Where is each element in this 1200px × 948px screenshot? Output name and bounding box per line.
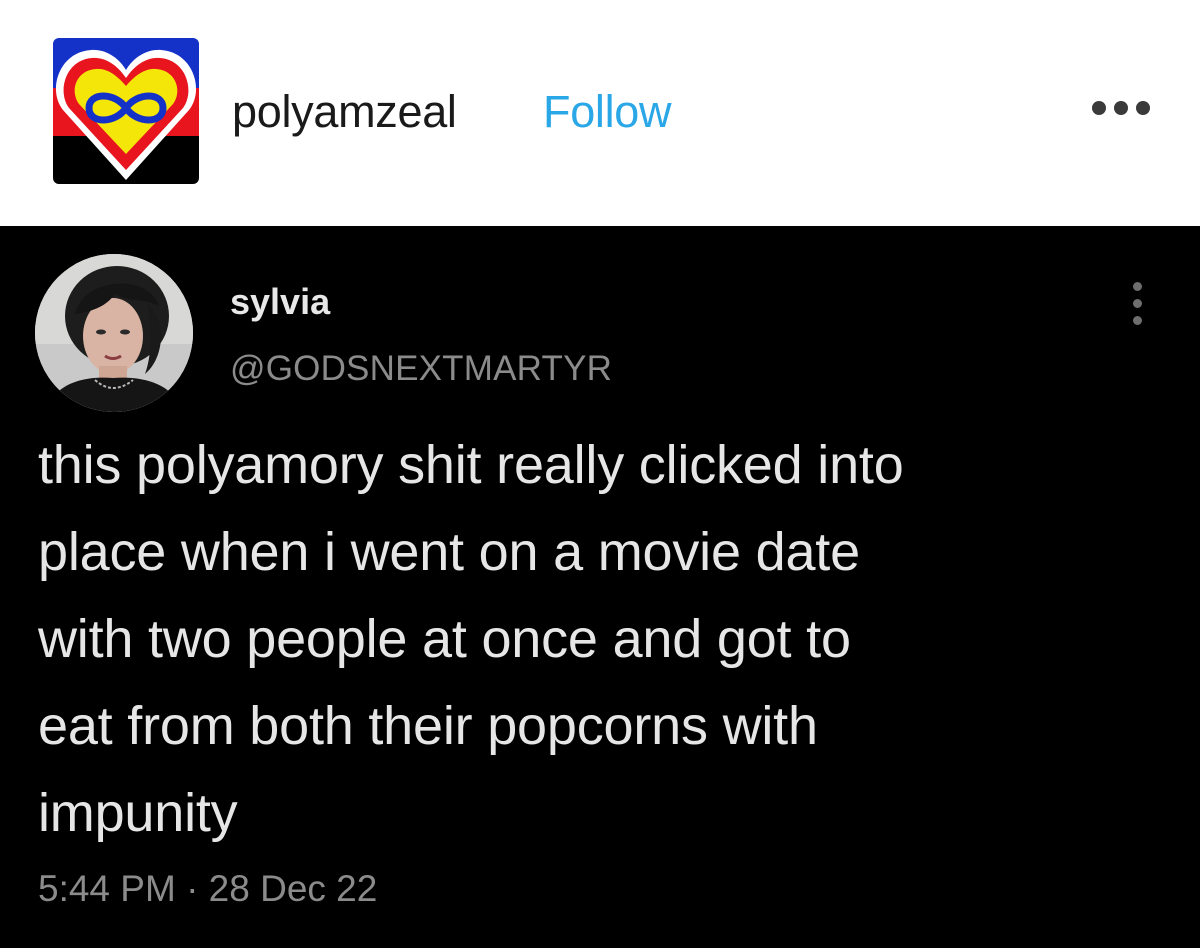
- post-header: polyamzeal Follow: [0, 0, 1200, 226]
- more-horizontal-icon[interactable]: [1092, 101, 1152, 117]
- more-vertical-icon[interactable]: [1130, 282, 1146, 326]
- tweet-text-line: this polyamory shit really clicked into: [38, 435, 904, 495]
- tweet-author-avatar[interactable]: [35, 254, 193, 412]
- tweet-author-handle[interactable]: @GODSNEXTMARTYR: [230, 347, 612, 391]
- tweet-author-name[interactable]: sylvia: [230, 280, 330, 324]
- tweet-text-line: with two people at once and got to: [38, 609, 851, 669]
- tweet-text-line: impunity: [38, 783, 238, 843]
- post-author-username[interactable]: polyamzeal: [232, 84, 457, 140]
- tweet-timestamp[interactable]: 5:44 PM · 28 Dec 22: [38, 866, 377, 912]
- tweet-text: this polyamory shit really clicked into …: [38, 422, 1168, 857]
- tweet-avatar-photo: [35, 254, 193, 412]
- avatar-image: [53, 38, 199, 184]
- tweet-text-line: place when i went on a movie date: [38, 522, 860, 582]
- tweet-card: sylvia @GODSNEXTMARTYR this polyamory sh…: [0, 226, 1200, 948]
- tweet-text-line: eat from both their popcorns with: [38, 696, 818, 756]
- polyamory-infinity-heart-icon[interactable]: [53, 38, 199, 184]
- follow-button[interactable]: Follow: [543, 84, 672, 140]
